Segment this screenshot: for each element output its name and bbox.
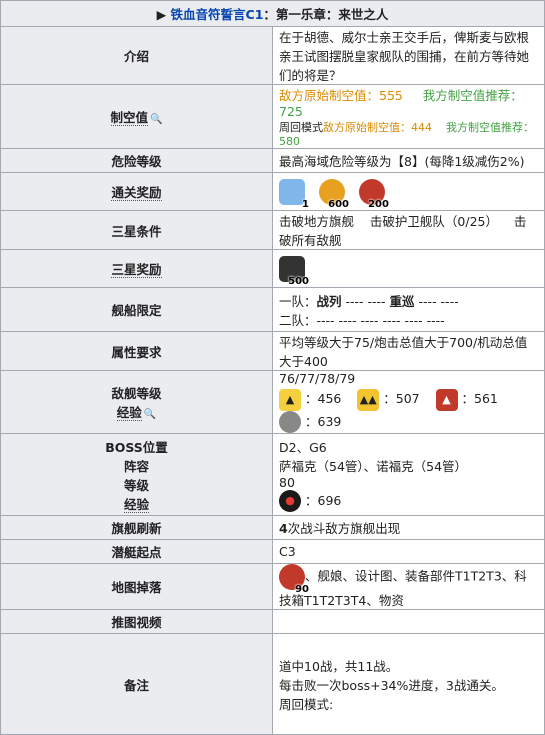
drops-label: 地图掉落 [0,563,273,610]
danger-label: 危险等级 [0,148,273,173]
expand-triangle[interactable]: ▶ [157,7,171,22]
enemy-exp-label-text[interactable]: 经验 [116,405,142,421]
air-label: 制空值 🔍 [0,84,273,149]
condition-1: 击破地方旗舰 [279,214,355,229]
fleet1-heavy-cruiser: 重巡 [389,293,415,309]
boss-exp-label[interactable]: 经验 [123,496,149,513]
coin-icon: 600 [318,178,349,210]
boss-values: D2、G6 萨福克（54管）、诺福克（54管） 80 ● ：696 [272,433,545,516]
enemy-levels: 76/77/78/79 [279,371,356,386]
drops-values: 90 、舰娘、设计图、装备部件T1T2T3、科技箱T1T2T3T4、物资 [272,563,545,610]
stage-title: ▶ 铁血音符誓言C1：第一乐章：来世之人 [0,0,545,27]
enemy-level-label: 敌舰等级 经验 🔍 [0,370,273,434]
fleet2-limit: 二队：---- ---- ---- ---- ---- ---- [279,312,445,328]
fleet1-mid: ---- ---- [341,293,390,309]
reward-oil[interactable]: 200 [358,178,389,210]
boss-fleet-exp: ：639 [305,413,342,429]
boss-label: BOSS位置 阵容 等级 经验 [0,433,273,516]
air-label-text[interactable]: 制空值 [110,110,149,126]
boss-fleet-icon [279,411,301,433]
boss-position-label: BOSS位置 [105,439,168,455]
intro-text: 在于胡德、威尔士亲王交手后，俾斯麦与欧根亲王试图摆脱皇家舰队的围捕，在前方等待她… [272,26,545,85]
video-label: 推图视频 [0,609,273,634]
loop-enemy-air-value: 敌方原始制空值：444 [323,121,432,134]
ship-limit-values: 一队：战列 ---- ---- 重巡 ---- ---- 二队：---- ---… [272,287,545,332]
notes-values: 道中10战，共11战。 每击败一次boss+34%进度，3战通关。 周回模式: [272,633,545,735]
oil-icon: 200 [358,178,389,210]
three-star-reward-label-text[interactable]: 三星奖励 [111,262,162,278]
notes-label: 备注 [0,633,273,735]
notes-line-3: 周回模式: [279,696,334,712]
boss-position: D2、G6 [279,439,327,455]
clear-reward-label: 通关奖励 [0,172,273,211]
reward-equipment[interactable]: 500 [279,255,309,287]
equipment-box-icon: 500 [279,255,309,287]
enemy-level-label-text: 敌舰等级 [111,386,162,401]
cube-icon: 1 [279,178,309,210]
boss-level-label: 等级 [123,477,149,493]
refresh-desc: 次战斗敌方旗舰出现 [287,521,401,536]
reward-cube[interactable]: 1 [279,178,309,210]
drops-text: 、舰娘、设计图、装备部件T1T2T3、科技箱T1T2T3T4、物资 [279,568,527,609]
search-icon[interactable]: 🔍 [150,114,162,125]
notes-line-1: 道中10战，共11战。 [279,658,399,674]
small-fleet-icon: ▲ [279,388,301,411]
notes-line-2: 每击败一次boss+34%进度，3战通关。 [279,677,504,693]
danger-text: 最高海域危险等级为【8】(每降1级减伤2%) [272,148,545,173]
clear-reward-label-text[interactable]: 通关奖励 [111,185,162,201]
large-fleet-exp: ：561 [461,391,498,406]
loop-mode-label: 周回模式 [279,121,323,134]
oil-icon[interactable]: 90 [279,564,309,595]
stage-link[interactable]: 铁血音符誓言C1 [171,7,264,22]
clear-reward-items: 1 600 200 [272,172,545,211]
enemy-level-values: 76/77/78/79 ▲ ：456 ▲▲ ：507 ▲ ：561 ：639 [272,370,545,434]
stage-info-table: ▶ 铁血音符誓言C1：第一乐章：来世之人 介绍 在于胡德、威尔士亲王交手后，俾斯… [0,0,545,735]
attr-text: 平均等级大于75/炮击总值大于700/机动总值大于400 [272,331,545,371]
fleet1-battleship: 战列 [316,293,342,309]
condition-2: 击破护卫舰队（0/25） [369,214,498,229]
sub-text: C3 [272,539,545,564]
enemy-air-value: 敌方原始制空值：555 [279,88,403,103]
boss-lineup-label: 阵容 [123,458,149,474]
small-fleet-exp: ：456 [305,391,342,406]
fleet1-end: ---- ---- [414,293,459,309]
large-fleet-icon: ▲ [435,388,458,411]
fleet1-prefix: 一队： [279,293,317,309]
intro-label: 介绍 [0,26,273,85]
boss-lineup: 萨福克（54管）、诺福克（54管） [279,458,468,474]
boss-exp: ：696 [305,492,342,508]
medium-fleet-icon: ▲▲ [357,388,380,411]
refresh-label: 旗舰刷新 [0,515,273,540]
boss-level: 80 [279,474,295,490]
three-star-conditions: 击破地方旗舰 击破护卫舰队（0/25） 击破所有敌舰 [272,210,545,250]
air-values: 敌方原始制空值：555 我方制空值推荐：725 周回模式敌方原始制空值：444 … [272,84,545,149]
stage-subtitle: ：第一乐章：来世之人 [263,7,389,22]
medium-fleet-exp: ：507 [383,391,420,406]
refresh-text: 4次战斗敌方旗舰出现 [272,515,545,540]
ship-limit-label: 舰船限定 [0,287,273,332]
sub-label: 潜艇起点 [0,539,273,564]
refresh-count: 4 [279,521,288,536]
boss-icon: ● [279,490,301,513]
three-star-reward-label: 三星奖励 [0,249,273,288]
attr-label: 属性要求 [0,331,273,371]
search-icon[interactable]: 🔍 [144,409,156,420]
video-value [272,609,545,634]
three-star-label: 三星条件 [0,210,273,250]
reward-coin[interactable]: 600 [318,178,349,210]
three-star-reward-items: 500 [272,249,545,288]
